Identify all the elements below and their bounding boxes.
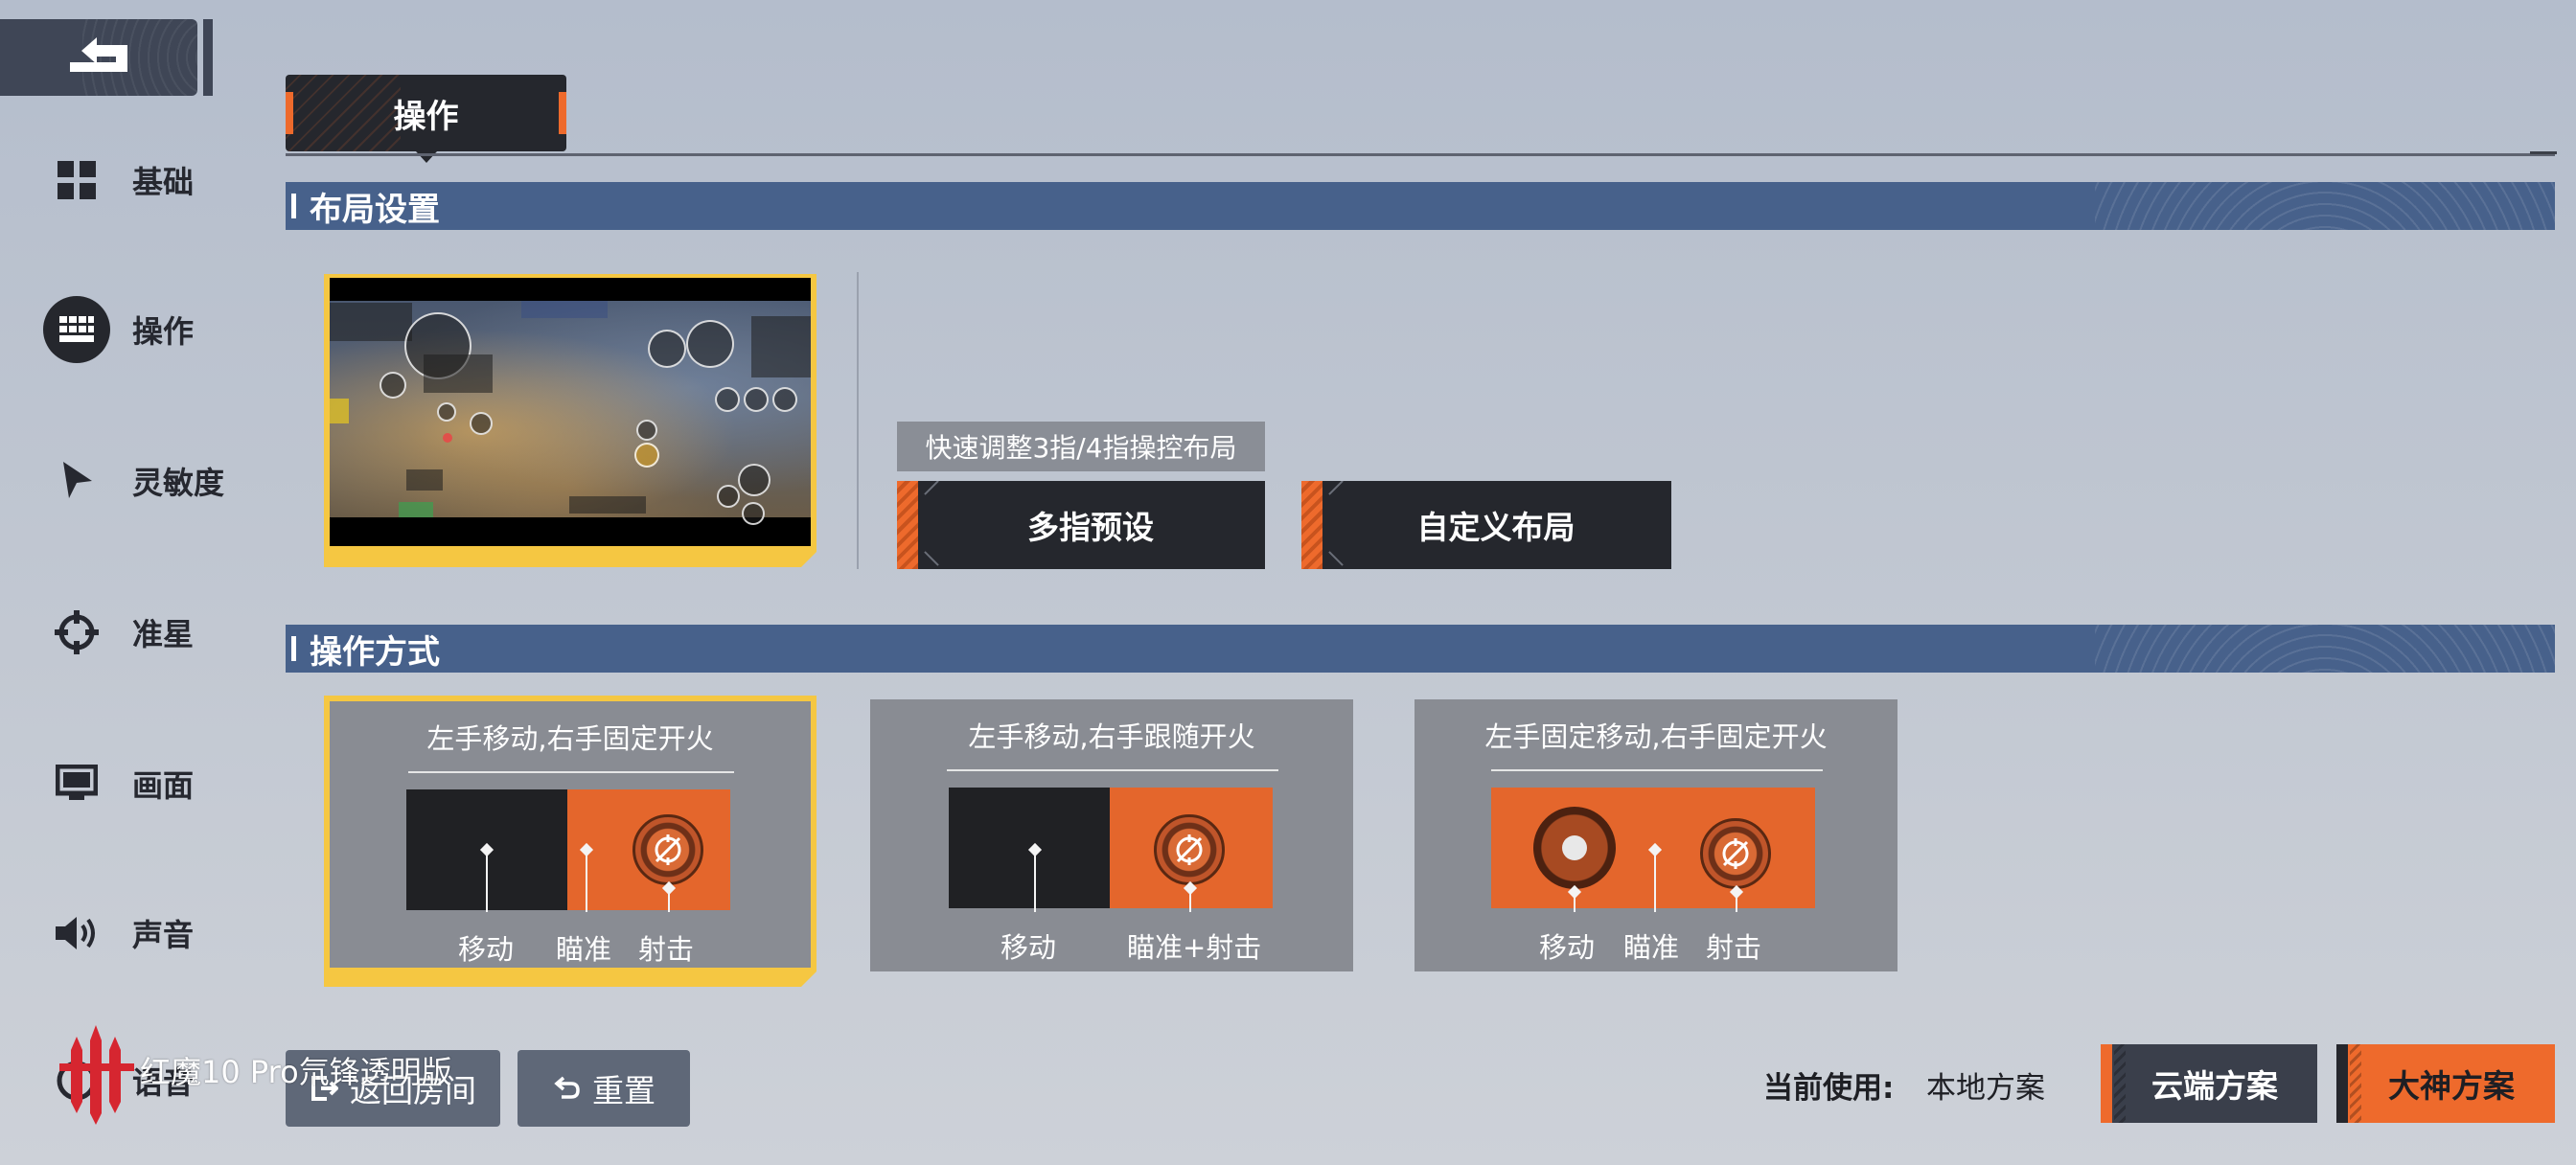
reset-button[interactable]: 重置 [518, 1050, 690, 1127]
monitor-icon [38, 745, 115, 822]
tab-underline [286, 153, 2555, 156]
section-title: 操作方式 [310, 632, 440, 672]
fire-icon [1700, 818, 1771, 889]
current-scheme-label: 当前使用: [1763, 1071, 1895, 1106]
speaker-icon [38, 895, 115, 971]
mode-card-title: 左手固定移动,右手固定开火 [1484, 720, 1828, 753]
fire-icon [632, 814, 703, 885]
tab-label: 操作 [393, 97, 459, 136]
sidebar-item-crosshair[interactable]: 准星 [38, 594, 249, 671]
section-title: 布局设置 [310, 190, 440, 229]
sidebar-item-label: 画面 [132, 767, 195, 804]
sidebar-item-display[interactable]: 画面 [38, 745, 249, 822]
crosshair-icon [38, 594, 115, 671]
sidebar-item-basic[interactable]: 基础 [38, 142, 249, 218]
sidebar-item-sensitivity[interactable]: 灵敏度 [38, 443, 249, 519]
mode-card-left-move-right-follow-fire[interactable]: 左手移动,右手跟随开火 移动 瞄准+射击 [870, 699, 1353, 971]
device-watermark: 红魔10 Pro氘锋透明版 [140, 1054, 452, 1090]
sidebar-item-label: 基础 [132, 164, 195, 200]
button-label: 重置 [592, 1072, 656, 1109]
sidebar-item-sound[interactable]: 声音 [38, 895, 249, 971]
section-header-operation-mode: 操作方式 [286, 625, 2555, 673]
keyboard-icon [38, 291, 115, 368]
tab-underline-end [2530, 151, 2557, 154]
mode-card-title: 左手移动,右手固定开火 [426, 722, 714, 755]
layout-divider [857, 272, 859, 569]
zone-label-aim: 瞄准 [1623, 931, 1680, 964]
joystick-icon [1533, 807, 1616, 889]
undo-icon [554, 1076, 580, 1099]
zone-label-move: 移动 [1000, 931, 1057, 964]
cursor-arrow-icon [38, 443, 115, 519]
section-header-layout: 布局设置 [286, 182, 2555, 230]
button-label: 云端方案 [2151, 1067, 2278, 1105]
grid-icon [38, 142, 115, 218]
zone-label-shoot: 射击 [1706, 931, 1762, 964]
sidebar-item-label: 灵敏度 [132, 465, 225, 501]
button-label: 多指预设 [1027, 509, 1154, 546]
mode-card-left-fixed-move-right-fixed-fire[interactable]: 左手固定移动,右手固定开火 移动 瞄准 射击 [1414, 699, 1898, 971]
layout-hint: 快速调整3指/4指操控布局 [897, 422, 1265, 471]
sidebar-item-label: 准星 [132, 616, 195, 652]
cloud-scheme-button[interactable]: 云端方案 [2101, 1044, 2317, 1123]
zone-label-move: 移动 [458, 933, 515, 966]
zone-label-shoot: 射击 [638, 933, 695, 966]
mode-card-left-move-right-fixed-fire[interactable]: 左手移动,右手固定开火 移动 瞄准 射击 [324, 696, 816, 987]
zone-label-aim-shoot: 瞄准+射击 [1127, 931, 1262, 964]
back-button[interactable] [0, 19, 197, 96]
red-magic-logo [59, 1025, 134, 1125]
mode-card-title: 左手移动,右手跟随开火 [968, 720, 1255, 753]
sidebar-item-operation[interactable]: 操作 [38, 291, 249, 368]
multi-finger-preset-button[interactable]: 多指预设 [897, 481, 1265, 569]
sidebar-item-label: 操作 [132, 313, 195, 350]
layout-preview-thumbnail[interactable] [330, 278, 811, 546]
button-label: 大神方案 [2388, 1067, 2515, 1105]
fire-icon [1154, 814, 1225, 885]
custom-layout-button[interactable]: 自定义布局 [1301, 481, 1671, 569]
button-label: 自定义布局 [1416, 509, 1576, 546]
back-button-edge [203, 19, 213, 96]
sidebar-item-label: 声音 [132, 917, 195, 953]
tab-operation[interactable]: 操作 [286, 75, 566, 151]
return-arrow-icon [70, 37, 127, 72]
master-scheme-button[interactable]: 大神方案 [2336, 1044, 2555, 1123]
zone-label-move: 移动 [1539, 931, 1596, 964]
zone-label-aim: 瞄准 [556, 933, 612, 966]
current-scheme-value: 本地方案 [1926, 1071, 2045, 1106]
